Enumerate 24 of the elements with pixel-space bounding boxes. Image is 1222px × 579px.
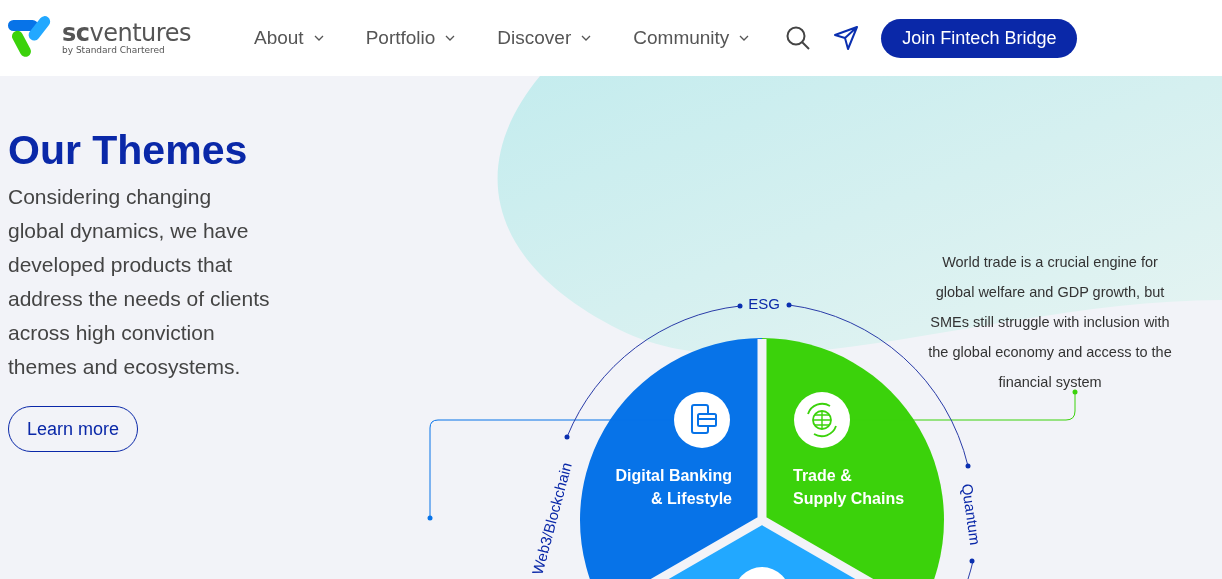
ring-label: ESG: [748, 295, 780, 312]
nav-menu-item[interactable]: Portfolio: [365, 27, 456, 49]
theme-segment[interactable]: [580, 338, 762, 579]
chevron-down-icon: [739, 35, 750, 41]
theme-label: Digital Banking & Lifestyle: [615, 467, 732, 507]
theme-label: Trade & Supply Chains: [793, 467, 905, 507]
ring-label: Quantum: [958, 482, 985, 546]
nav-menu-item[interactable]: Discover: [497, 27, 592, 49]
brand-tagline: by Standard Chartered: [62, 45, 166, 55]
paper-plane-icon[interactable]: [833, 25, 860, 51]
callout-text: World trade is a crucial engine for global welfare and GDP growth, but SMEs still struggle with inclusion with the global economy and access to the financial system: [927, 253, 1173, 392]
nav-menu-item[interactable]: Community: [633, 27, 750, 49]
join-button[interactable]: Join Fintech Bridge: [881, 18, 1078, 58]
section-title: Our Themes: [8, 126, 249, 175]
section-description: Considering changing global dynamics, we have developed products that address the needs of clients across high conviction themes and ecosystems.: [8, 184, 270, 380]
search-icon[interactable]: [785, 25, 812, 51]
brand-name: scventures: [62, 21, 191, 45]
globe-cycle-icon: [794, 392, 850, 448]
chevron-down-icon: [581, 35, 592, 41]
nav-menu-item[interactable]: About: [254, 27, 324, 49]
ring-arc: [967, 558, 975, 579]
chevron-down-icon: [445, 35, 456, 41]
chevron-down-icon: [313, 35, 324, 41]
mobile-card-icon: [674, 392, 730, 448]
